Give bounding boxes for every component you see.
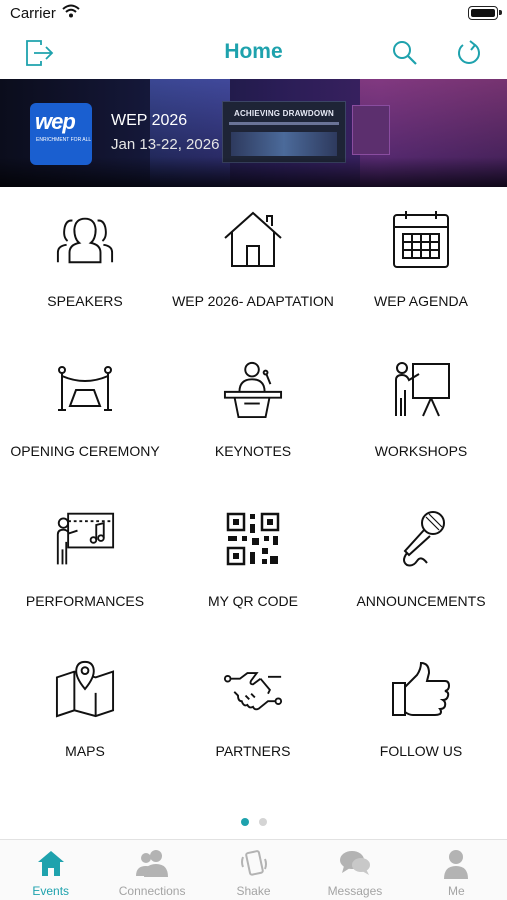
podium-icon [223, 358, 283, 420]
map-icon [55, 658, 115, 720]
tile-workshops[interactable]: WORKSHOPS [337, 358, 505, 498]
tile-label: WEP 2026- ADAPTATION [172, 293, 334, 309]
tab-label: Messages [327, 884, 383, 898]
tile-label: PARTNERS [215, 743, 291, 759]
profile-icon [406, 849, 507, 881]
tab-label: Me [447, 884, 465, 898]
tab-connections[interactable]: Connections [101, 840, 202, 900]
tile-label: PERFORMANCES [25, 593, 145, 609]
shake-phone-icon [203, 849, 304, 881]
tile-opening-ceremony[interactable]: OPENING CEREMONY [1, 358, 169, 498]
event-logo: wep ENRICHMENT FOR ALL [30, 103, 92, 165]
tile-label: MAPS [65, 743, 105, 759]
tab-events[interactable]: Events [0, 840, 101, 900]
page-dot[interactable] [258, 818, 267, 826]
tile-label: WORKSHOPS [374, 443, 468, 459]
tile-announcements[interactable]: ANNOUNCEMENTS [337, 508, 505, 648]
tile-speakers[interactable]: SPEAKERS [1, 208, 169, 348]
page-title: Home [224, 40, 283, 63]
tile-follow-us[interactable]: FOLLOW US [337, 658, 505, 798]
tab-label: Events [32, 884, 70, 898]
tile-label: OPENING CEREMONY [10, 443, 160, 459]
home-icon [223, 208, 283, 270]
tile-label: WEP AGENDA [374, 293, 468, 309]
speakers-icon [55, 208, 115, 270]
tile-keynotes[interactable]: KEYNOTES [169, 358, 337, 498]
tile-partners[interactable]: PARTNERS [169, 658, 337, 798]
page-dot-active[interactable] [240, 818, 249, 826]
tab-label: Shake [236, 884, 271, 898]
connections-icon [101, 849, 202, 881]
tile-maps[interactable]: MAPS [1, 658, 169, 798]
tab-messages[interactable]: Messages [304, 840, 405, 900]
tile-adaptation[interactable]: WEP 2026- ADAPTATION [169, 208, 337, 348]
refresh-icon[interactable] [452, 36, 486, 70]
handshake-icon [223, 658, 283, 720]
stage-screen-title: ACHIEVING DRAWDOWN [233, 109, 335, 118]
carrier-label: Carrier [10, 5, 56, 22]
logo-wordmark: wep [35, 109, 76, 134]
status-bar: Carrier [0, 0, 507, 30]
battery-icon [468, 6, 502, 20]
event-dates: Jan 13-22, 2026 [111, 136, 220, 153]
nav-bar: Home [0, 30, 507, 78]
tile-label: KEYNOTES [214, 443, 292, 459]
page-indicator[interactable] [0, 818, 507, 826]
tab-label: Connections [118, 884, 186, 898]
tile-performances[interactable]: PERFORMANCES [1, 508, 169, 648]
music-board-icon [55, 508, 115, 570]
stage-side-screen [352, 105, 390, 155]
tile-label: MY QR CODE [208, 593, 298, 609]
tab-me[interactable]: Me [406, 840, 507, 900]
calendar-icon [391, 208, 451, 270]
tile-label: ANNOUNCEMENTS [356, 593, 486, 609]
events-home-icon [0, 849, 101, 881]
tab-bar: Events Connections Shake Messages Me [0, 839, 507, 900]
messages-icon [304, 849, 405, 881]
ribbon-cutting-icon [55, 358, 115, 420]
tile-label: SPEAKERS [47, 293, 123, 309]
logo-tagline: ENRICHMENT FOR ALL [36, 137, 92, 143]
wifi-icon [62, 4, 80, 23]
event-name: WEP 2026 [111, 112, 188, 129]
tab-shake[interactable]: Shake [203, 840, 304, 900]
stage-screen: ACHIEVING DRAWDOWN [222, 101, 346, 163]
tile-qr-code[interactable]: MY QR CODE [169, 508, 337, 648]
search-icon[interactable] [388, 36, 422, 70]
qr-code-icon [223, 508, 283, 570]
tile-agenda[interactable]: WEP AGENDA [337, 208, 505, 348]
microphone-icon [391, 508, 451, 570]
tile-label: FOLLOW US [379, 743, 463, 759]
presentation-icon [391, 358, 451, 420]
thumbs-up-icon [391, 658, 451, 720]
